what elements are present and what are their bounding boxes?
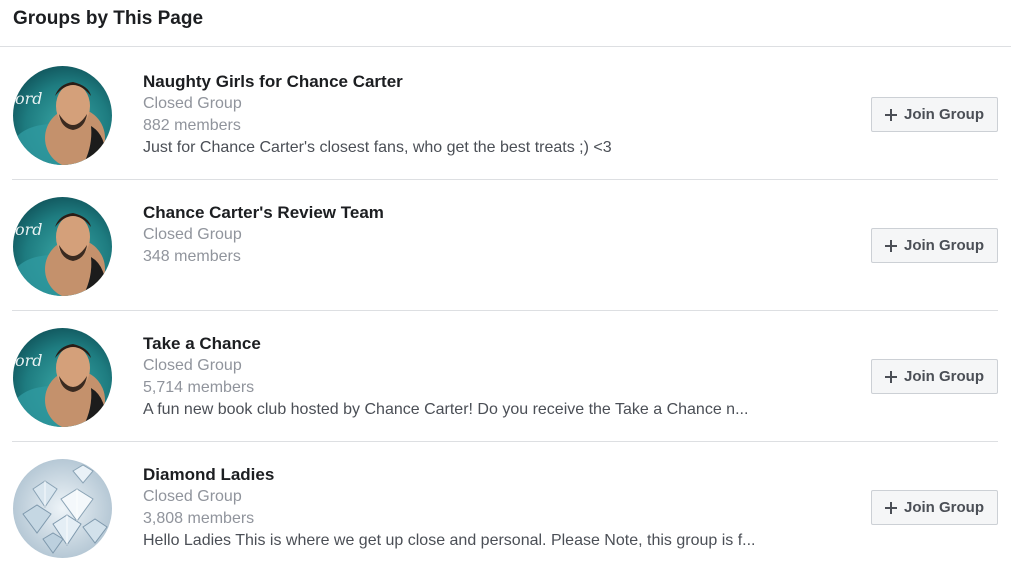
group-privacy: Closed Group <box>143 488 242 505</box>
group-avatar[interactable]: ord <box>13 328 112 427</box>
group-privacy: Closed Group <box>143 357 242 374</box>
svg-text:ord: ord <box>15 89 43 108</box>
join-group-label: Join Group <box>904 106 984 123</box>
group-member-count: 882 members <box>143 117 241 134</box>
svg-text:ord: ord <box>15 351 43 370</box>
group-avatar[interactable] <box>13 459 112 558</box>
join-group-button[interactable]: Join Group <box>871 490 998 525</box>
group-info: Chance Carter's Review Team Closed Group… <box>143 202 823 268</box>
group-name-link[interactable]: Diamond Ladies <box>143 464 823 486</box>
group-name-link[interactable]: Naughty Girls for Chance Carter <box>143 71 823 93</box>
join-group-label: Join Group <box>904 368 984 385</box>
group-name-link[interactable]: Chance Carter's Review Team <box>143 202 823 224</box>
group-description: Hello Ladies This is where we get up clo… <box>143 532 756 549</box>
svg-text:ord: ord <box>15 220 43 239</box>
group-privacy: Closed Group <box>143 95 242 112</box>
plus-icon <box>885 239 897 252</box>
man-portrait-icon: ord <box>13 328 112 427</box>
group-member-count: 348 members <box>143 248 241 265</box>
join-group-label: Join Group <box>904 499 984 516</box>
join-group-button[interactable]: Join Group <box>871 359 998 394</box>
join-group-label: Join Group <box>904 237 984 254</box>
man-portrait-icon: ord <box>13 66 112 165</box>
group-name-link[interactable]: Take a Chance <box>143 333 823 355</box>
section-header: Groups by This Page <box>0 0 1011 47</box>
group-privacy: Closed Group <box>143 226 242 243</box>
plus-icon <box>885 370 897 383</box>
plus-icon <box>885 108 897 121</box>
group-list-item: ord Naughty Girls for Chance Carter Clos… <box>12 49 998 180</box>
man-portrait-icon: ord <box>13 197 112 296</box>
diamonds-icon <box>13 459 112 558</box>
group-description: Just for Chance Carter's closest fans, w… <box>143 139 612 156</box>
group-list-item: Diamond Ladies Closed Group 3,808 member… <box>12 442 998 573</box>
join-group-button[interactable]: Join Group <box>871 228 998 263</box>
plus-icon <box>885 501 897 514</box>
group-list-item: ord Take a Chance Closed Group 5,714 mem… <box>12 311 998 442</box>
section-title: Groups by This Page <box>13 7 204 29</box>
group-description: A fun new book club hosted by Chance Car… <box>143 401 749 418</box>
group-info: Diamond Ladies Closed Group 3,808 member… <box>143 464 823 552</box>
join-group-button[interactable]: Join Group <box>871 97 998 132</box>
group-avatar[interactable]: ord <box>13 197 112 296</box>
group-list-item: ord Chance Carter's Review Team Closed G… <box>12 180 998 311</box>
group-info: Take a Chance Closed Group 5,714 members… <box>143 333 823 421</box>
group-member-count: 3,808 members <box>143 510 255 527</box>
group-info: Naughty Girls for Chance Carter Closed G… <box>143 71 823 159</box>
group-avatar[interactable]: ord <box>13 66 112 165</box>
group-member-count: 5,714 members <box>143 379 255 396</box>
